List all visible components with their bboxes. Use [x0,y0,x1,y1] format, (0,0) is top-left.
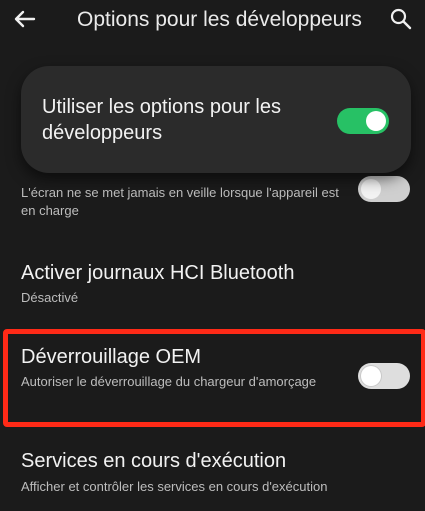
stay-awake-setting[interactable]: L'écran ne se met jamais en veille lorsq… [0,170,425,226]
search-button[interactable] [389,7,413,31]
back-button[interactable] [12,6,38,32]
running-services-setting[interactable]: Services en cours d'exécution Afficher e… [0,438,425,504]
arrow-left-icon [14,10,36,28]
master-toggle[interactable] [337,108,389,134]
oem-unlock-title: Déverrouillage OEM [21,346,202,368]
bluetooth-hci-log-subtitle: Désactivé [21,290,79,305]
oem-unlock-toggle[interactable] [358,363,410,389]
developer-options-master-switch[interactable]: Utiliser les options pour les développeu… [21,66,411,173]
running-services-title: Services en cours d'exécution [21,450,287,472]
toggle-knob [366,111,386,131]
search-icon [390,8,412,30]
oem-unlock-subtitle: Autoriser le déverrouillage du chargeur … [21,374,317,389]
page-title: Options pour les développeurs [77,8,362,31]
toggle-knob [361,179,381,199]
running-services-subtitle: Afficher et contrôler les services en co… [21,479,328,494]
stay-awake-toggle[interactable] [358,176,410,202]
toggle-knob [361,366,381,386]
bluetooth-hci-log-title: Activer journaux HCI Bluetooth [21,262,295,284]
stay-awake-subtitle: L'écran ne se met jamais en veille lorsq… [21,185,339,218]
bluetooth-hci-log-setting[interactable]: Activer journaux HCI Bluetooth Désactivé [0,250,425,312]
oem-unlock-setting[interactable]: Déverrouillage OEM Autoriser le déverrou… [0,334,425,414]
master-switch-label: Utiliser les options pour les développeu… [42,96,281,144]
top-app-bar: Options pour les développeurs [0,0,425,40]
